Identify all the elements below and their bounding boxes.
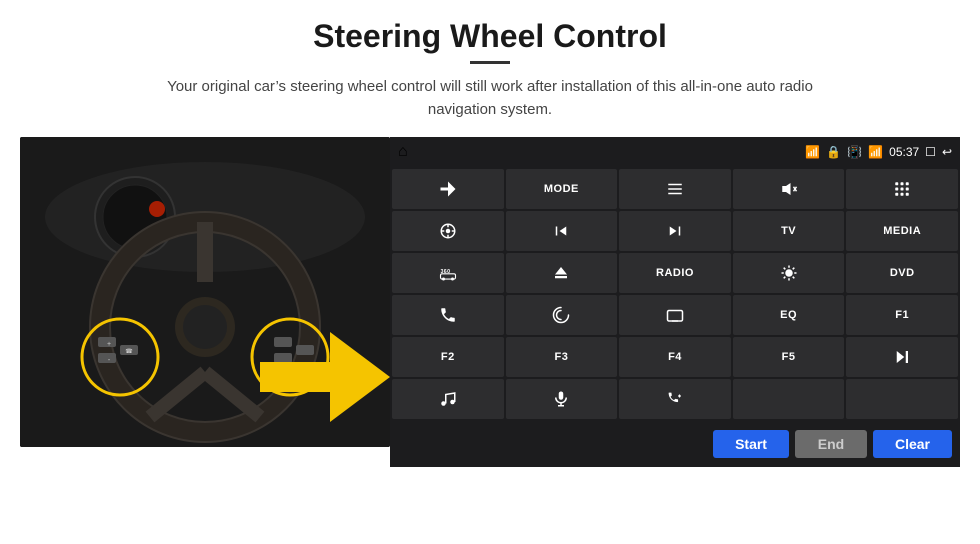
btn-vol-phone[interactable]	[619, 379, 731, 419]
btn-nav[interactable]	[392, 169, 504, 209]
btn-f1[interactable]: F1	[846, 295, 958, 335]
btn-swirl[interactable]	[506, 295, 618, 335]
btn-mode[interactable]: MODE	[506, 169, 618, 209]
btn-brightness[interactable]	[733, 253, 845, 293]
btn-tv[interactable]: TV	[733, 211, 845, 251]
content-row: + - ☎ ⌂ 📶 🔒 📳 �	[20, 137, 960, 467]
svg-text:+: +	[107, 341, 111, 348]
wifi-icon: 📶	[805, 145, 820, 159]
end-button[interactable]: End	[795, 430, 867, 458]
time-display: 05:37	[889, 145, 919, 159]
btn-eq[interactable]: EQ	[733, 295, 845, 335]
lock-icon: 🔒	[826, 145, 841, 159]
btn-apps[interactable]	[846, 169, 958, 209]
screen-icon: ☐	[925, 145, 936, 159]
btn-settings-circle[interactable]	[392, 211, 504, 251]
title-divider	[470, 61, 510, 64]
steering-wheel-image: + - ☎	[20, 137, 390, 447]
button-grid: MODE	[390, 167, 960, 421]
btn-music[interactable]	[392, 379, 504, 419]
btn-list[interactable]	[619, 169, 731, 209]
page-title: Steering Wheel Control	[313, 18, 667, 55]
status-bar: ⌂ 📶 🔒 📳 📶 05:37 ☐ ↩	[390, 137, 960, 167]
btn-radio[interactable]: RADIO	[619, 253, 731, 293]
btn-eject[interactable]	[506, 253, 618, 293]
back-icon[interactable]: ↩	[942, 145, 952, 159]
btn-360-car[interactable]: 360	[392, 253, 504, 293]
btn-f4[interactable]: F4	[619, 337, 731, 377]
btn-phone[interactable]	[392, 295, 504, 335]
bluetooth-icon: 📶	[868, 145, 883, 159]
clear-button[interactable]: Clear	[873, 430, 952, 458]
btn-mute[interactable]	[733, 169, 845, 209]
ui-panel: ⌂ 📶 🔒 📳 📶 05:37 ☐ ↩ MODE	[390, 137, 960, 467]
start-button[interactable]: Start	[713, 430, 789, 458]
btn-f5[interactable]: F5	[733, 337, 845, 377]
sim-icon: 📳	[847, 145, 862, 159]
home-icon[interactable]: ⌂	[398, 143, 408, 161]
btn-mic[interactable]	[506, 379, 618, 419]
btn-empty-2[interactable]	[846, 379, 958, 419]
page-subtitle: Your original car’s steering wheel contr…	[150, 76, 830, 121]
btn-next[interactable]	[619, 211, 731, 251]
btn-prev[interactable]	[506, 211, 618, 251]
btn-play-pause[interactable]	[846, 337, 958, 377]
btn-media[interactable]: MEDIA	[846, 211, 958, 251]
btn-f3[interactable]: F3	[506, 337, 618, 377]
btn-screen-mini[interactable]	[619, 295, 731, 335]
btn-f2[interactable]: F2	[392, 337, 504, 377]
btn-empty-1[interactable]	[733, 379, 845, 419]
action-bar: Start End Clear	[390, 421, 960, 467]
btn-dvd[interactable]: DVD	[846, 253, 958, 293]
svg-text:☎: ☎	[125, 348, 133, 355]
